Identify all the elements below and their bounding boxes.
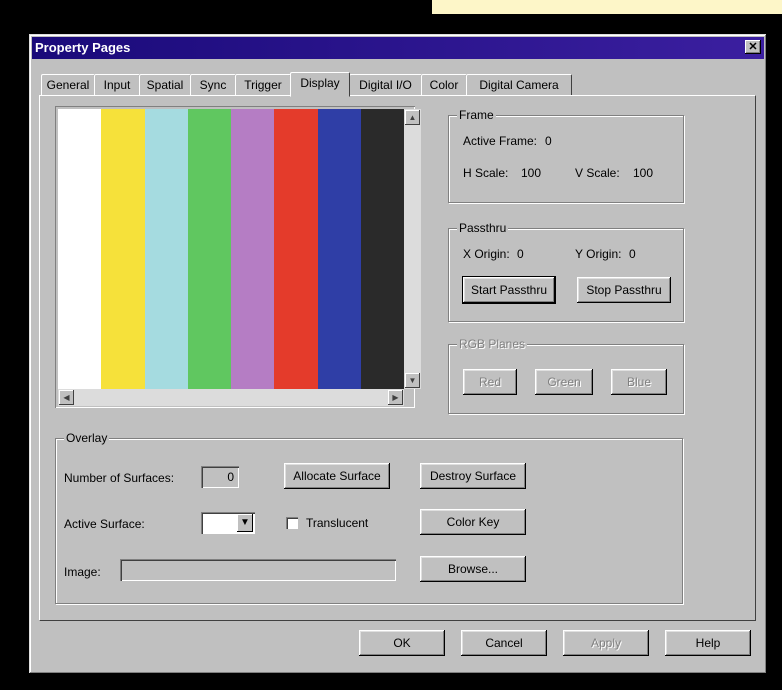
translucent-checkbox[interactable] <box>286 517 298 529</box>
scroll-left-icon[interactable]: ◀ <box>59 390 74 405</box>
tab-digital-camera[interactable]: Digital Camera <box>466 74 572 95</box>
color-bar-white <box>58 109 102 389</box>
scroll-down-icon[interactable]: ▼ <box>405 373 420 388</box>
scroll-right-icon[interactable]: ▶ <box>388 390 403 405</box>
y-origin-value: 0 <box>629 247 636 261</box>
apply-button[interactable]: Apply <box>563 630 649 656</box>
title-bar[interactable]: Property Pages ✕ <box>32 37 764 59</box>
frame-group-label: Frame <box>457 108 496 122</box>
image-path-field[interactable] <box>120 559 396 581</box>
vertical-scrollbar[interactable]: ▲ ▼ <box>404 109 421 389</box>
image-label: Image: <box>64 565 101 579</box>
tab-color[interactable]: Color <box>421 74 467 95</box>
help-button[interactable]: Help <box>665 630 751 656</box>
x-origin-value: 0 <box>517 247 524 261</box>
overlay-group: Overlay Number of Surfaces: 0 Allocate S… <box>55 431 683 604</box>
color-bar-cyan <box>144 109 188 389</box>
browse-button[interactable]: Browse... <box>420 556 526 582</box>
tab-sync[interactable]: Sync <box>190 74 236 95</box>
cancel-button[interactable]: Cancel <box>461 630 547 656</box>
color-bar-red <box>274 109 318 389</box>
blue-button[interactable]: Blue <box>611 369 667 395</box>
color-bars <box>58 109 404 389</box>
h-scale-label: H Scale: <box>463 166 509 180</box>
color-bar-magenta <box>231 109 275 389</box>
passthru-group-label: Passthru <box>457 221 509 235</box>
background-highlight <box>432 0 782 14</box>
horizontal-scrollbar[interactable]: ◀ ▶ <box>58 389 404 406</box>
overlay-group-label: Overlay <box>64 431 110 445</box>
y-origin-label: Y Origin: <box>575 247 622 261</box>
window-title: Property Pages <box>35 40 131 55</box>
tab-digital-io[interactable]: Digital I/O <box>349 74 422 95</box>
rgb-planes-group-label: RGB Planes <box>457 337 528 351</box>
chevron-down-icon[interactable]: ▼ <box>237 514 253 532</box>
red-button[interactable]: Red <box>463 369 517 395</box>
color-key-button[interactable]: Color Key <box>420 509 526 535</box>
ok-button[interactable]: OK <box>359 630 445 656</box>
close-icon[interactable]: ✕ <box>745 40 761 54</box>
start-passthru-button[interactable]: Start Passthru <box>462 276 556 304</box>
allocate-surface-button[interactable]: Allocate Surface <box>284 463 390 489</box>
active-frame-label: Active Frame: <box>463 134 538 148</box>
rgb-planes-group: RGB Planes Red Green Blue <box>448 337 684 414</box>
green-button[interactable]: Green <box>535 369 593 395</box>
tab-display[interactable]: Display <box>290 72 350 97</box>
color-bar-green <box>187 109 231 389</box>
color-bar-blue <box>317 109 361 389</box>
color-bar-black <box>360 109 404 389</box>
property-pages-dialog: Property Pages ✕ General Input Spatial S… <box>29 34 767 674</box>
stop-passthru-button[interactable]: Stop Passthru <box>577 277 671 303</box>
tab-input[interactable]: Input <box>94 74 140 95</box>
v-scale-value: 100 <box>633 166 654 180</box>
display-preview[interactable]: ▲ ▼ ◀ ▶ <box>55 106 421 408</box>
number-of-surfaces-field[interactable]: 0 <box>201 466 239 488</box>
active-surface-dropdown[interactable]: ▼ <box>201 512 255 534</box>
number-of-surfaces-label: Number of Surfaces: <box>64 471 175 485</box>
scroll-up-icon[interactable]: ▲ <box>405 110 420 125</box>
frame-group: Frame Active Frame: 0 H Scale: 100 V Sca… <box>448 108 684 203</box>
tab-trigger[interactable]: Trigger <box>235 74 291 95</box>
v-scale-label: V Scale: <box>575 166 620 180</box>
color-bar-yellow <box>101 109 145 389</box>
h-scale-value: 100 <box>521 166 542 180</box>
tab-general[interactable]: General <box>41 74 95 95</box>
translucent-label: Translucent <box>306 516 369 530</box>
active-frame-value: 0 <box>545 134 552 148</box>
passthru-group: Passthru X Origin: 0 Y Origin: 0 Start P… <box>448 221 684 322</box>
destroy-surface-button[interactable]: Destroy Surface <box>420 463 526 489</box>
x-origin-label: X Origin: <box>463 247 510 261</box>
active-surface-label: Active Surface: <box>64 517 145 531</box>
tab-spatial[interactable]: Spatial <box>139 74 191 95</box>
